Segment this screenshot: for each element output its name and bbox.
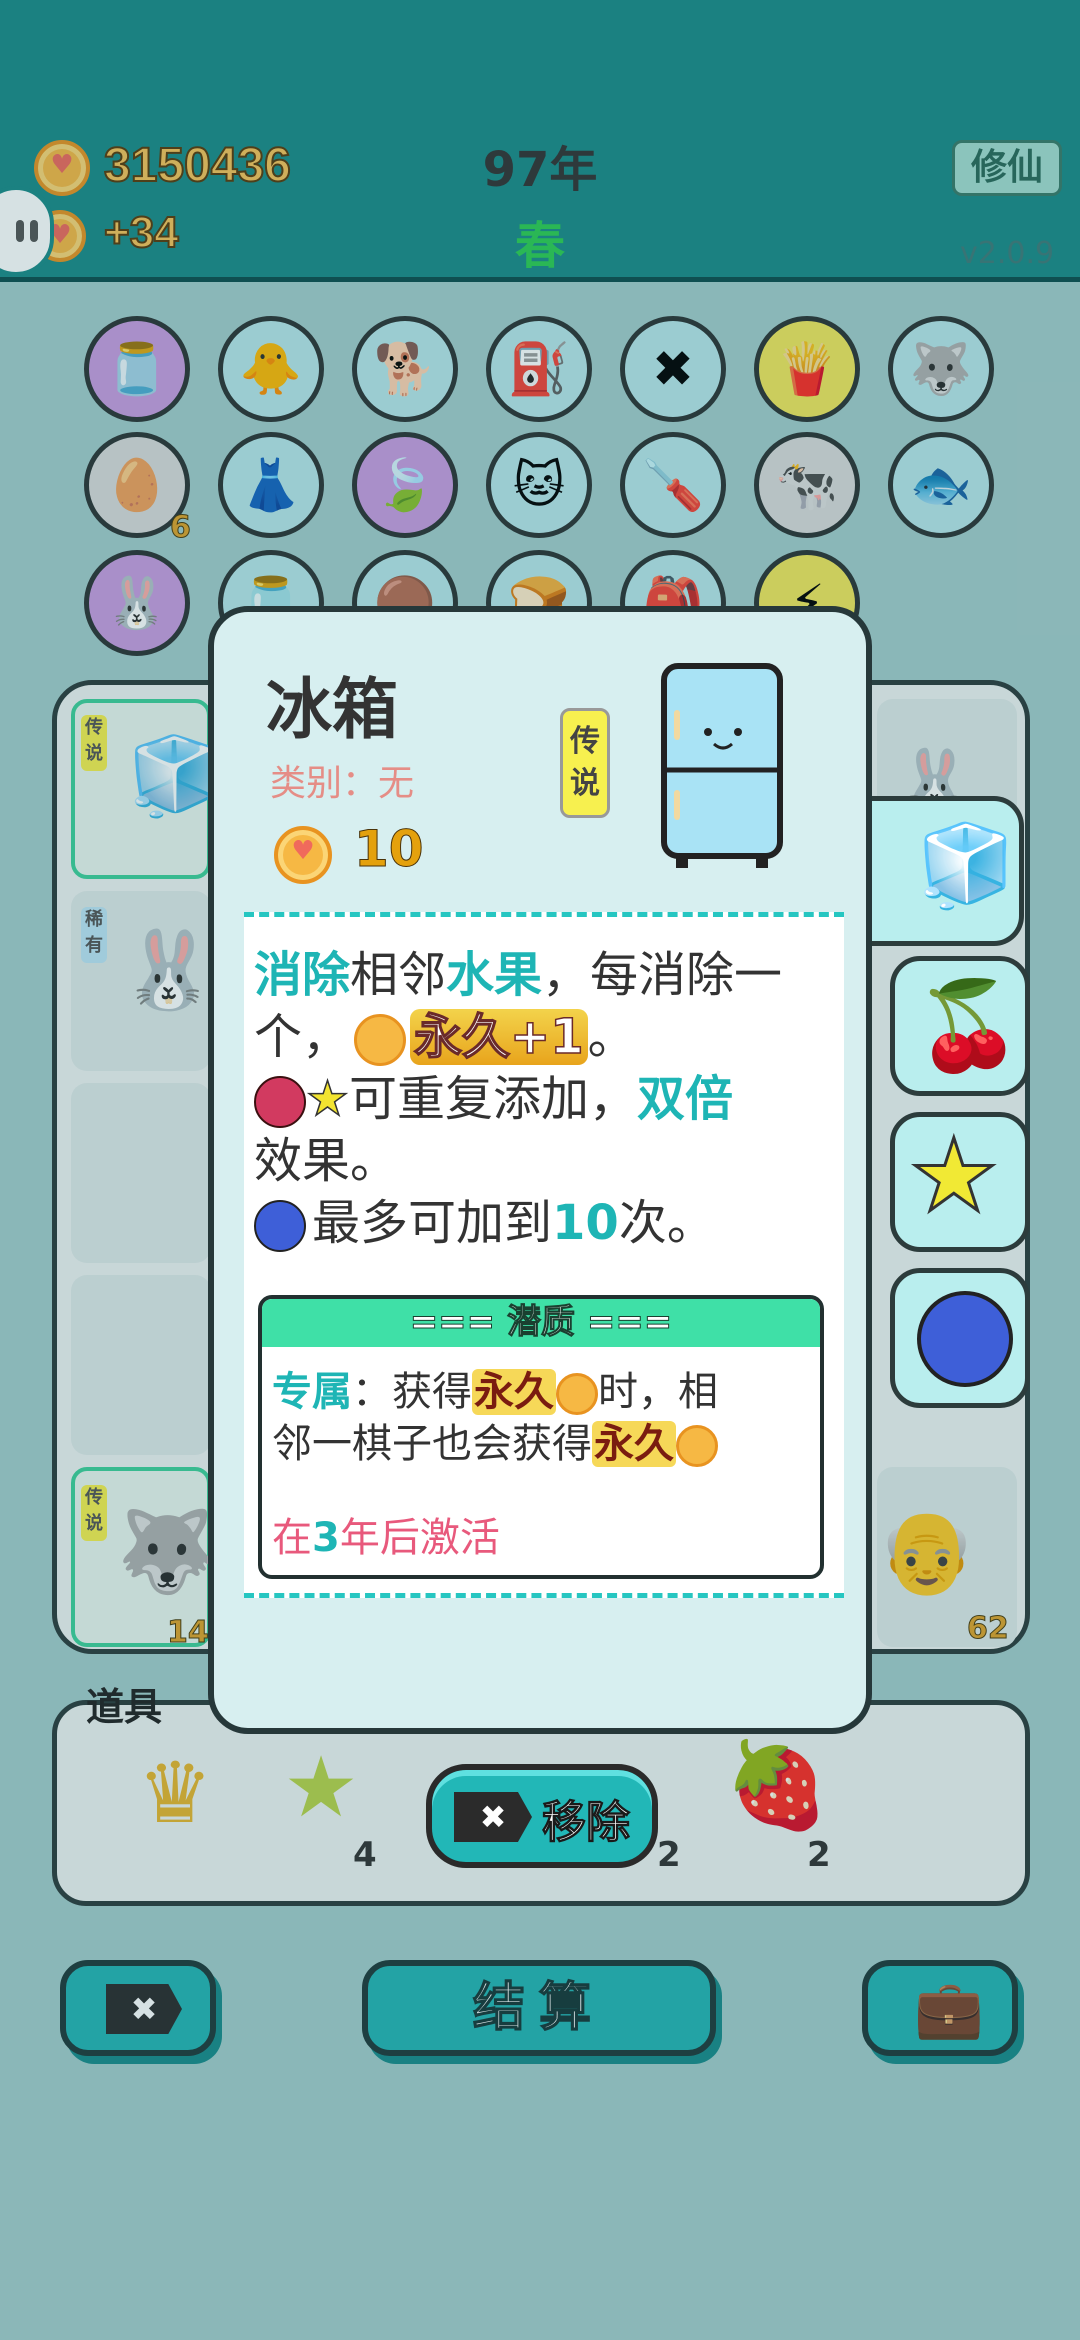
close-icon: ✖ <box>454 1792 532 1842</box>
desc-line-5: 最多可加到10次。 <box>254 1183 715 1253</box>
husky-king-icon[interactable]: 🐺 <box>117 1505 217 1599</box>
crown-icon[interactable]: ♛ <box>115 1733 235 1853</box>
husky-piece[interactable]: 🐺 <box>888 316 994 422</box>
remove-token-piece[interactable]: ✖ <box>620 316 726 422</box>
legendary-tag: 传说 <box>81 1485 107 1541</box>
star-tool-icon[interactable]: ★ <box>261 1727 381 1847</box>
desc-line-1: 消除相邻水果，每消除一 <box>254 947 783 1003</box>
blueberry-icon <box>254 1200 306 1252</box>
star-icon: ★ <box>908 1116 1001 1236</box>
lychee-icon: 🍒 <box>915 976 1023 1076</box>
remove-button[interactable]: ✖ 移除 <box>426 1764 658 1868</box>
pump-piece[interactable]: ⛽ <box>486 316 592 422</box>
fridge-icon: 🧊 <box>916 819 1016 912</box>
star-icon: ★ <box>305 1070 350 1128</box>
briefcase-button[interactable]: 💼 <box>862 1960 1018 2056</box>
coin-income: +34 <box>103 207 180 258</box>
potential-line-2: 邻一棋子也会获得永久 <box>272 1411 718 1469</box>
legendary-tag: 传说 <box>81 715 107 771</box>
item-cost: 10 <box>354 820 425 879</box>
adjacent-fridge-card[interactable]: 🧊 <box>860 796 1024 946</box>
coin-icon <box>274 826 332 884</box>
strawberry-icon[interactable]: 🍓 <box>717 1725 837 1845</box>
fridge-icon <box>661 663 783 868</box>
blueberry-card[interactable] <box>890 1268 1030 1408</box>
tools-label: 道具 <box>86 1685 163 1729</box>
top-bar: 3150436 +34 97年 春 修仙 v2.0.9 <box>0 0 1080 282</box>
lychee-card[interactable]: 🍒 <box>890 956 1030 1096</box>
version-label: v2.0.9 <box>960 236 1055 271</box>
star-card[interactable]: ★ <box>890 1112 1030 1252</box>
close-icon: ✖ <box>106 1984 182 2034</box>
fishbowl-piece[interactable]: 🐟 <box>888 432 994 538</box>
coin-icon <box>34 140 90 196</box>
jar-piece[interactable]: 🫙 <box>84 316 190 422</box>
rabbit-piece-icon[interactable]: 🐰 <box>121 925 216 1015</box>
cows-piece[interactable]: 🐄 <box>754 432 860 538</box>
strawberry-count: 2 <box>807 1835 831 1875</box>
rarity-badge: 传说 <box>560 708 610 818</box>
season-label: 春 <box>515 217 565 275</box>
desc-line-2: 个， 永久+1。 <box>254 1008 636 1066</box>
potential-panel: === 潜质 === 专属：获得永久 时，相 邻一棋子也会获得永久 在3年后激活 <box>258 1295 824 1579</box>
blueberry-icon <box>917 1291 1013 1387</box>
potential-line-1: 专属：获得永久 时，相 <box>272 1369 718 1415</box>
cat-piece[interactable]: 🐱 <box>486 432 592 538</box>
grandpa-icon[interactable]: 👴 <box>877 1505 977 1599</box>
game-screen: 3150436 +34 97年 春 修仙 v2.0.9 🫙 🐥 🐕 ⛽ ✖ 🍟 … <box>0 0 1080 2340</box>
description-panel: 消除相邻水果，每消除一 个， 永久+1。 ★可重复添加，双倍 效果。 最多可加到1… <box>244 912 844 1598</box>
grandpa-count: 62 <box>967 1611 1010 1647</box>
star-tool-count: 4 <box>353 1835 377 1875</box>
board-slot[interactable] <box>71 1083 211 1263</box>
briefcase-icon: 💼 <box>914 1977 984 2042</box>
settle-label: 结算 <box>472 1977 605 2039</box>
tool-count: 2 <box>657 1835 681 1875</box>
skirt-piece[interactable]: 👗 <box>218 432 324 538</box>
cultivate-button[interactable]: 修仙 <box>952 140 1062 196</box>
coin-icon <box>556 1373 598 1415</box>
coin-icon <box>676 1425 718 1467</box>
item-title: 冰箱 <box>266 671 398 748</box>
desc-line-4: 效果。 <box>254 1133 399 1189</box>
desc-line-3: ★可重复添加，双倍 <box>254 1059 733 1129</box>
husky-count: 14 <box>167 1615 210 1651</box>
rare-tag: 稀有 <box>81 907 107 963</box>
year-label: 97年 <box>482 142 598 198</box>
activation-note: 在3年后激活 <box>272 1515 500 1561</box>
screwdriver-piece[interactable]: 🪛 <box>620 432 726 538</box>
leaf-piece[interactable]: 🍃 <box>352 432 458 538</box>
fries-piece[interactable]: 🍟 <box>754 316 860 422</box>
discard-button[interactable]: ✖ <box>60 1960 216 2056</box>
egg-tray-count: 6 <box>170 510 192 546</box>
item-detail-modal: 冰箱 类别：无 10 传说 消除相邻水果，每消除一 个，永久+1。 ★可重复添加… <box>208 606 872 1734</box>
potential-header: === 潜质 === <box>262 1299 820 1347</box>
settle-button[interactable]: 结算 <box>362 1960 716 2056</box>
coin-total: 3150436 <box>103 138 292 193</box>
board-slot[interactable] <box>71 1275 211 1455</box>
remove-label: 移除 <box>542 1797 631 1849</box>
dog-piece[interactable]: 🐕 <box>352 316 458 422</box>
item-category: 类别：无 <box>270 763 415 804</box>
chick-piece[interactable]: 🐥 <box>218 316 324 422</box>
rabbit-piece[interactable]: 🐰 <box>84 550 190 656</box>
